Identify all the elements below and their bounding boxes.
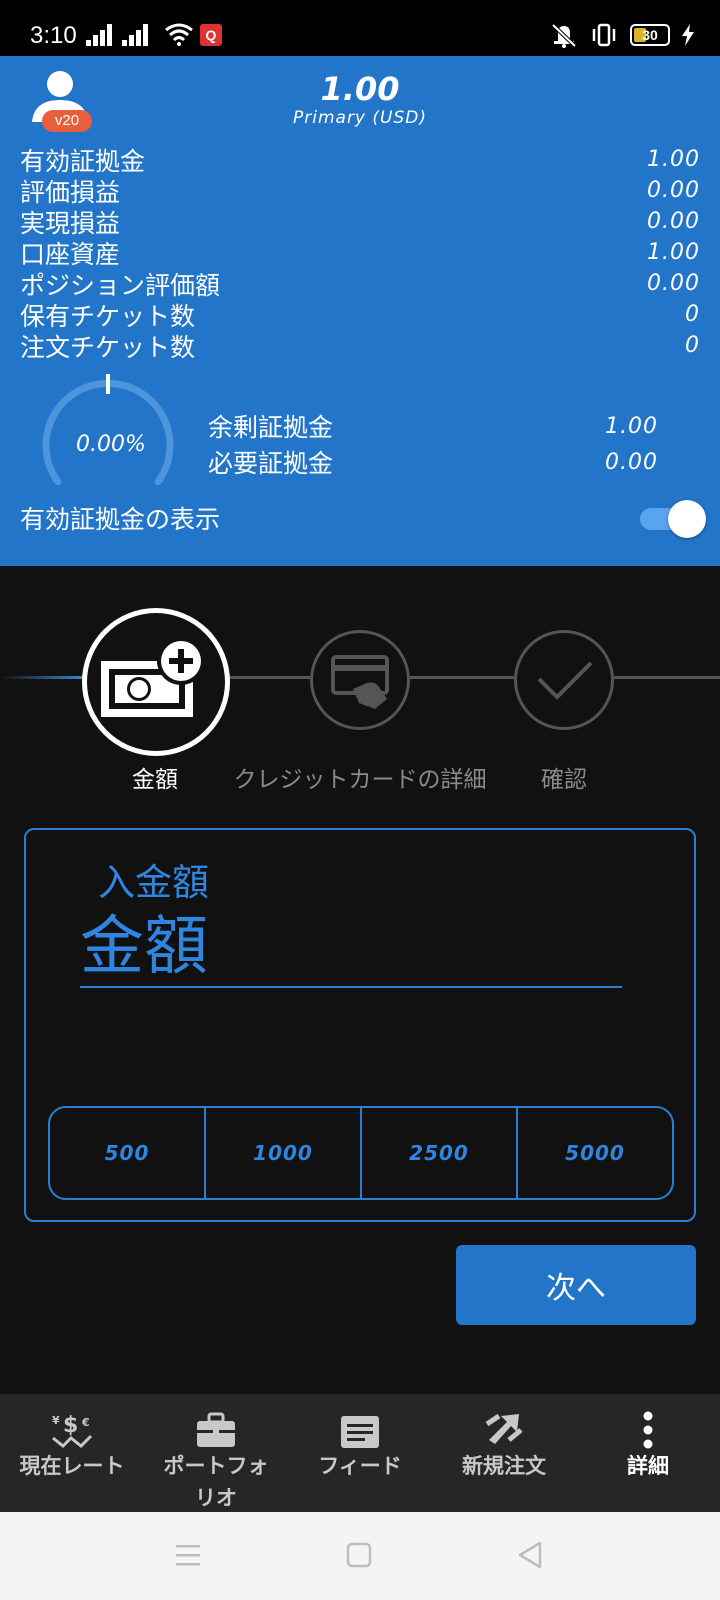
metrics-list: 有効証拠金 1.00 評価損益 0.00 実現損益 0.00 口座資産 1.00 ポジシ…: [20, 144, 700, 362]
metric-value: 0.00: [647, 209, 700, 234]
status-bar: 3:10 Q 30: [0, 0, 720, 56]
system-navigation-bar: [0, 1512, 720, 1600]
svg-text:$: $: [63, 1413, 78, 1438]
toggle-label: 有効証拠金の表示: [20, 505, 221, 534]
signal-strength-icon: [122, 24, 152, 46]
step-confirm[interactable]: [514, 630, 614, 730]
deposit-amount-label: 入金額: [98, 861, 209, 904]
signal-strength-icon: [86, 24, 116, 46]
currency-exchange-icon: ¥ $ €: [52, 1413, 93, 1449]
nav-label: 詳細: [627, 1454, 669, 1478]
equity-display-toggle-row: 有効証拠金の表示: [20, 496, 706, 540]
metric-value: 0.00: [647, 178, 700, 203]
cash-plus-icon: [101, 637, 205, 717]
step-line: [410, 676, 514, 679]
quick-amount-button[interactable]: 1000: [206, 1108, 362, 1198]
step-label-credit-card: クレジットカードの詳細: [233, 767, 487, 793]
margin-row: 必要証拠金 0.00: [208, 444, 658, 480]
checkmark-icon: [537, 661, 593, 700]
silent-bell-icon: [551, 23, 577, 48]
quick-amount-selector: 500 1000 2500 5000: [48, 1106, 674, 1200]
metric-label: 注文チケット数: [20, 332, 196, 362]
recent-apps-icon[interactable]: [174, 1542, 202, 1568]
quick-amount-button[interactable]: 500: [50, 1108, 206, 1198]
metric-value: 0.00: [647, 271, 700, 296]
margin-row: 余剰証拠金 1.00: [208, 408, 658, 444]
metric-row: 実現損益 0.00: [20, 206, 700, 238]
bottom-navigation: ¥ $ € 現在レート ポートフォリオ フィード 新規注文 詳細: [0, 1394, 720, 1512]
nav-item-portfolio[interactable]: ポートフォリオ: [144, 1394, 288, 1512]
account-name: Primary (USD): [293, 108, 427, 128]
svg-text:¥: ¥: [52, 1414, 60, 1427]
equity-display-toggle[interactable]: [640, 500, 706, 538]
nav-item-feed[interactable]: フィード: [288, 1394, 432, 1512]
news-feed-icon: [341, 1416, 379, 1448]
step-line-done: [0, 676, 90, 679]
vibrate-icon: [592, 23, 616, 47]
status-right-group: 30: [550, 22, 694, 48]
margin-list: 余剰証拠金 1.00 必要証拠金 0.00: [208, 408, 658, 480]
quick-amount-button[interactable]: 2500: [362, 1108, 518, 1198]
margin-label: 必要証拠金: [208, 449, 334, 478]
nav-item-new-order[interactable]: 新規注文: [432, 1394, 576, 1512]
header-balance: 1.00: [320, 70, 400, 108]
metric-value: 1.00: [647, 147, 700, 172]
nav-item-rates[interactable]: ¥ $ € 現在レート: [0, 1394, 144, 1512]
deposit-amount-card: 入金額 500 1000 2500 5000: [24, 828, 696, 1222]
battery-level: 30: [642, 27, 658, 43]
battery-icon: 30: [630, 24, 670, 46]
metric-value: 0: [685, 333, 700, 358]
metric-row: 有効証拠金 1.00: [20, 144, 700, 176]
nav-label: フィード: [318, 1454, 402, 1478]
home-icon[interactable]: [346, 1542, 372, 1568]
margin-label: 余剰証拠金: [208, 413, 334, 442]
metric-value: 0: [685, 302, 700, 327]
nav-label: 現在レート: [19, 1454, 125, 1478]
deposit-stepper: 金額 クレジットカードの詳細 確認: [0, 600, 720, 800]
margin-value: 0.00: [605, 449, 658, 475]
metric-row: 保有チケット数 0: [20, 299, 700, 331]
charging-bolt-icon: [682, 24, 694, 46]
wifi-icon: [165, 23, 193, 46]
back-icon[interactable]: [516, 1540, 544, 1570]
step-credit-card[interactable]: [310, 630, 410, 730]
metric-value: 1.00: [647, 240, 700, 265]
svg-text:€: €: [81, 1416, 90, 1429]
metric-row: 口座資産 1.00: [20, 237, 700, 269]
deposit-amount-input[interactable]: [80, 908, 622, 988]
next-button[interactable]: 次へ: [456, 1245, 696, 1325]
metric-row: 注文チケット数 0: [20, 330, 700, 362]
step-line: [228, 676, 310, 679]
margin-value: 1.00: [605, 413, 658, 439]
notification-badge-icon: Q: [200, 24, 222, 46]
more-vertical-icon: [643, 1411, 653, 1449]
new-order-arrows-icon: [485, 1413, 523, 1444]
status-time: 3:10: [30, 22, 77, 49]
nav-label: 新規注文: [462, 1454, 546, 1478]
metric-row: 評価損益 0.00: [20, 175, 700, 207]
quick-amount-button[interactable]: 5000: [518, 1108, 672, 1198]
step-label-confirm: 確認: [541, 767, 587, 793]
step-amount[interactable]: [82, 608, 230, 756]
nav-label: ポートフォリオ: [163, 1454, 269, 1510]
nav-item-details[interactable]: 詳細: [576, 1394, 720, 1512]
margin-gauge-percent: 0.00%: [76, 432, 146, 457]
step-label-amount: 金額: [132, 767, 178, 793]
step-line: [614, 676, 720, 679]
briefcase-icon: [197, 1412, 235, 1447]
metric-row: ポジション評価額 0.00: [20, 268, 700, 300]
credit-card-icon: [331, 655, 389, 709]
account-summary-panel: v20 1.00 Primary (USD) 有効証拠金 1.00 評価損益 0.0…: [0, 56, 720, 566]
